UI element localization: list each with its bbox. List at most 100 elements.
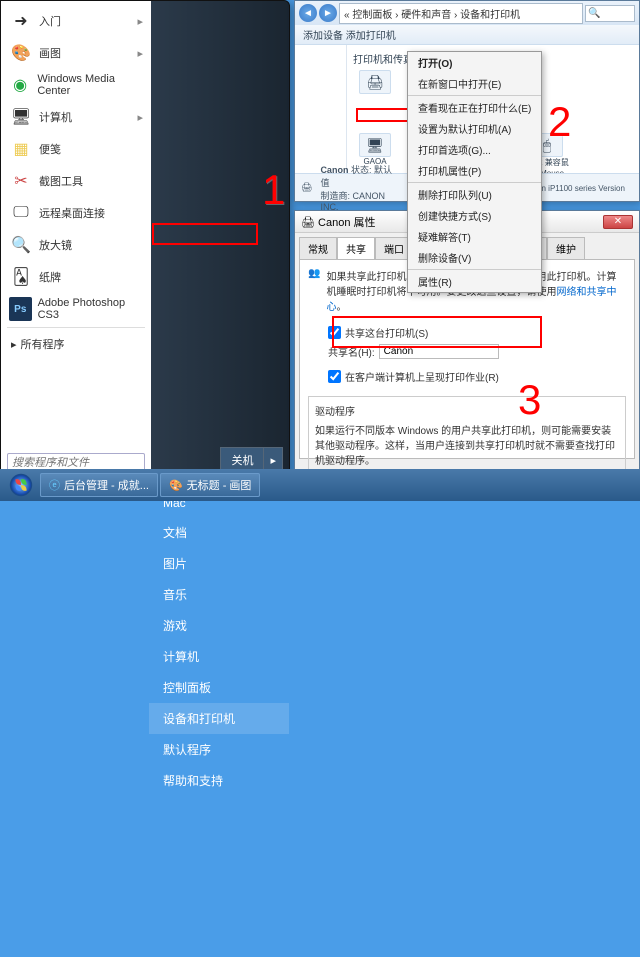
computer-icon: 🖥 — [9, 105, 33, 129]
ctx-printer-properties[interactable]: 打印机属性(P) — [408, 160, 541, 181]
status-text: Canon 状态: 默认值 制造商: CANON INC. — [320, 163, 399, 212]
annotation-box-3 — [332, 316, 542, 348]
tab-general[interactable]: 常规 — [299, 237, 337, 259]
annotation-number-2: 2 — [548, 98, 571, 146]
ctx-sep — [408, 269, 541, 270]
ctx-set-default[interactable]: 设置为默认打印机(A) — [408, 118, 541, 139]
sm-r-devices-printers[interactable]: 设备和打印机 — [149, 703, 289, 734]
tab-maintenance[interactable]: 维护 — [547, 237, 585, 259]
sm-label: 计算机 — [39, 109, 72, 125]
sm-r-default-programs[interactable]: 默认程序 — [149, 734, 289, 765]
chevron-right-icon: ▸ — [137, 47, 143, 60]
annotation-box-1 — [152, 223, 258, 245]
ctx-view-queue[interactable]: 查看现在正在打印什么(E) — [408, 97, 541, 118]
ctx-sep — [408, 95, 541, 96]
computer-icon: 🖥 — [359, 133, 391, 157]
client-render-checkbox[interactable] — [328, 370, 341, 383]
ctx-troubleshoot[interactable]: 疑难解答(T) — [408, 226, 541, 247]
paint-icon: 🎨 — [9, 41, 33, 65]
annotation-number-3: 3 — [518, 376, 541, 424]
sm-r-computer[interactable]: 计算机 — [149, 641, 289, 672]
sm-label: Windows Media Center — [37, 73, 143, 97]
sm-item-rdp[interactable]: 🖵 远程桌面连接 — [3, 197, 149, 229]
sm-label: Adobe Photoshop CS3 — [38, 297, 143, 321]
remote-desktop-icon: 🖵 — [9, 201, 33, 225]
annotation-number-1: 1 — [262, 166, 285, 214]
sm-item-computer[interactable]: 🖥 计算机 ▸ — [3, 101, 149, 133]
ctx-properties[interactable]: 属性(R) — [408, 271, 541, 292]
sm-item-magnifier[interactable]: 🔍 放大镜 — [3, 229, 149, 261]
explorer-toolbar[interactable]: 添加设备 添加打印机 — [295, 25, 639, 45]
separator — [7, 327, 145, 328]
sm-item-paint[interactable]: 🎨 画图 ▸ — [3, 37, 149, 69]
cards-icon: 🂡 — [9, 265, 33, 289]
close-button[interactable]: ✕ — [603, 215, 633, 229]
sm-r-pictures[interactable]: 图片 — [149, 548, 289, 579]
ctx-preferences[interactable]: 打印首选项(G)... — [408, 139, 541, 160]
sm-item-sticky[interactable]: ▦ 便笺 — [3, 133, 149, 165]
ctx-open-new[interactable]: 在新窗口中打开(E) — [408, 73, 541, 94]
context-menu: 打开(O) 在新窗口中打开(E) 查看现在正在打印什么(E) 设置为默认打印机(… — [407, 51, 542, 293]
sm-r-documents[interactable]: 文档 — [149, 517, 289, 548]
tab-sharing[interactable]: 共享 — [337, 237, 375, 259]
devices-printers-window: ◄ ► « 控制面板 › 硬件和声音 › 设备和打印机 🔍 添加设备 添加打印机… — [294, 0, 640, 202]
taskbar-item-paint[interactable]: 🎨 无标题 - 画图 — [160, 473, 260, 497]
paint-icon: 🎨 — [169, 479, 183, 492]
explorer-sidebar — [295, 45, 347, 175]
sm-item-wmc[interactable]: ◉Windows Media Center — [3, 69, 149, 101]
start-menu-left-pane: ➜ 入门 ▸ 🎨 画图 ▸ ◉Windows Media Center 🖥 计算机 ▸ ▦ 便… — [1, 1, 151, 479]
sm-item-getting-started[interactable]: ➜ 入门 ▸ — [3, 5, 149, 37]
sm-r-music[interactable]: 音乐 — [149, 579, 289, 610]
scissors-icon: ✂ — [9, 169, 33, 193]
client-cb-label: 在客户端计算机上呈现打印作业(R) — [345, 369, 499, 384]
sm-label: 入门 — [39, 13, 61, 29]
sm-label: 便笺 — [39, 141, 61, 157]
sm-label: 远程桌面连接 — [39, 205, 105, 221]
explorer-nav-bar: ◄ ► « 控制面板 › 硬件和声音 › 设备和打印机 🔍 — [295, 1, 639, 25]
taskbar-label: 无标题 - 画图 — [187, 477, 252, 493]
sm-item-solitaire[interactable]: 🂡纸牌 — [3, 261, 149, 293]
start-orb[interactable] — [4, 471, 38, 499]
arrow-icon: ➜ — [9, 9, 33, 33]
ctx-remove[interactable]: 删除设备(V) — [408, 247, 541, 268]
status-name: Canon — [320, 165, 348, 175]
dialog-title: Canon 属性 — [318, 217, 375, 229]
share-icon: 👥 — [308, 268, 320, 279]
magnifier-icon: 🔍 — [9, 233, 33, 257]
sm-r-games[interactable]: 游戏 — [149, 610, 289, 641]
taskbar-label: 后台管理 - 成就... — [64, 477, 149, 493]
back-button[interactable]: ◄ — [299, 4, 317, 22]
all-programs[interactable]: ▸所有程序 — [3, 330, 149, 358]
sm-label: 画图 — [39, 45, 61, 61]
drivers-text: 如果运行不同版本 Windows 的用户共享此打印机，则可能需要安装其他驱动程序… — [315, 422, 619, 467]
sm-r-help[interactable]: 帮助和支持 — [149, 765, 289, 796]
photoshop-icon: Ps — [9, 297, 32, 321]
forward-button[interactable]: ► — [319, 4, 337, 22]
printer-icon: 🖨 — [301, 182, 312, 193]
status-mfr: 制造商: CANON INC. — [320, 191, 385, 212]
sm-item-photoshop[interactable]: PsAdobe Photoshop CS3 — [3, 293, 149, 325]
taskbar-item-ie[interactable]: ⓔ后台管理 - 成就... — [40, 473, 158, 497]
printer-icon: 🖨 Canon 属性 — [301, 214, 376, 230]
sticky-notes-icon: ▦ — [9, 137, 33, 161]
explorer-body: 打印机和传真 (4) 🖨 📠Fax 🖨Microsoft XPS 🖨发送至 On… — [295, 45, 639, 175]
chevron-right-icon: ▸ — [137, 111, 143, 124]
chevron-right-icon: ▸ — [137, 15, 143, 28]
drivers-title: 驱动程序 — [315, 403, 619, 418]
sm-item-snip[interactable]: ✂截图工具 — [3, 165, 149, 197]
ctx-delete-queue[interactable]: 删除打印队列(U) — [408, 184, 541, 205]
chevron-right-icon: ▸ — [11, 338, 17, 351]
sm-label: 放大镜 — [39, 237, 72, 253]
sm-r-control-panel[interactable]: 控制面板 — [149, 672, 289, 703]
media-center-icon: ◉ — [9, 73, 31, 97]
client-render-row: 在客户端计算机上呈现打印作业(R) — [328, 367, 620, 386]
printer-icon: 🖨 — [359, 70, 391, 94]
ctx-sep — [408, 182, 541, 183]
address-bar[interactable]: « 控制面板 › 硬件和声音 › 设备和打印机 — [339, 3, 583, 24]
ctx-shortcut[interactable]: 创建快捷方式(S) — [408, 205, 541, 226]
ctx-open[interactable]: 打开(O) — [408, 52, 541, 73]
taskbar: ⓔ后台管理 - 成就... 🎨 无标题 - 画图 — [0, 469, 640, 501]
ie-icon: ⓔ — [49, 477, 60, 493]
search-field[interactable]: 🔍 — [585, 5, 635, 22]
start-menu-right-pane: Mac 文档 图片 音乐 游戏 计算机 控制面板 设备和打印机 默认程序 帮助和… — [149, 479, 289, 957]
